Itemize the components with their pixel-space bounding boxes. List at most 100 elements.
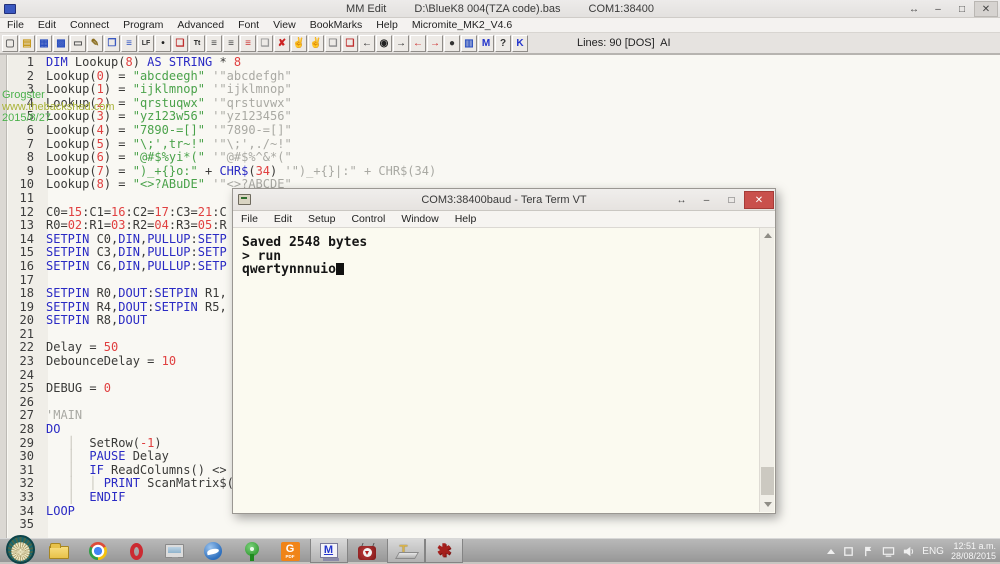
tt-menu-window[interactable]: Window [393,213,446,225]
resize-icon[interactable]: ↔ [902,1,926,17]
paste-icon-glyph: ❏ [176,38,185,49]
mmedit-logo-icon[interactable]: M [478,35,494,52]
menu-edit[interactable]: Edit [31,19,63,31]
code-text: Lookup(6) = "@#$%yi*(" '"@#$%^&*(" [40,150,292,164]
taskbar-image-viewer-icon[interactable] [156,539,194,563]
taskbar-opera-icon[interactable] [117,539,155,563]
volume-icon[interactable] [902,545,915,558]
edit-pen-icon[interactable]: ✎ [87,35,103,52]
tt-menu-help[interactable]: Help [447,213,485,225]
help-icon[interactable]: ? [495,35,511,52]
terminal-screen[interactable]: Saved 2548 bytes> runqwertynnnuio [234,228,759,512]
menu-micromite-mk2-v4-6[interactable]: Micromite_MK2_V4.6 [405,19,519,31]
align-right-icon[interactable]: ≡ [223,35,239,52]
scroll-down-icon[interactable] [760,497,775,512]
language-indicator[interactable]: ENG [922,546,944,557]
record-icon[interactable]: • [155,35,171,52]
copy-icon[interactable]: ❐ [104,35,120,52]
network-icon[interactable] [882,545,895,558]
prev-error-icon[interactable]: ← [410,35,426,52]
code-text [40,368,46,382]
line-number: 23 [0,355,40,369]
line-number: 19 [0,301,40,315]
tt-menu-control[interactable]: Control [343,213,393,225]
forward-arrow-icon-glyph: → [396,38,406,49]
list-icon[interactable]: ≡ [121,35,137,52]
paste-icon[interactable]: ❏ [172,35,188,52]
code-text: Lookup(7) = ")_+{}o:" + CHR$(34) '")_+{}… [40,164,436,178]
compare-hands-icon[interactable]: ✌ [291,35,307,52]
menu-file[interactable]: File [0,19,31,31]
run-icon[interactable]: K [512,35,528,52]
taskbar-file-explorer-icon[interactable] [40,539,78,563]
taskbar-green-utility-icon[interactable] [233,539,271,563]
tt-menu-file[interactable]: File [233,213,266,225]
menu-font[interactable]: Font [231,19,266,31]
line-number: 33 [0,491,40,505]
print-icon[interactable]: ▭ [70,35,86,52]
line-number: 9 [0,165,40,179]
line-number: 24 [0,369,40,383]
line-number: 32 [0,477,40,491]
indent-icon[interactable]: ≡ [240,35,256,52]
menu-connect[interactable]: Connect [63,19,116,31]
menu-advanced[interactable]: Advanced [170,19,231,31]
mmedit-com-port: COM1:38400 [589,3,654,15]
target-icon-glyph: ◉ [380,38,389,49]
teraterm-window: COM3:38400baud - Tera Term VT ↔ – □ ✕ Fi… [232,188,776,514]
minimize-icon[interactable]: – [694,191,719,209]
menu-help[interactable]: Help [369,19,405,31]
scroll-up-icon[interactable] [760,228,775,243]
line-ending-icon[interactable]: LF [138,35,154,52]
delete-icon[interactable]: ✘ [274,35,290,52]
taskbar-teraterm-app-icon[interactable]: T [387,539,425,563]
tt-menu-edit[interactable]: Edit [266,213,300,225]
minimize-icon[interactable]: – [926,1,950,17]
columns-icon[interactable]: ▥ [461,35,477,52]
menu-view[interactable]: View [266,19,303,31]
back-arrow-icon[interactable]: ← [359,35,375,52]
code-line-9: 9Lookup(7) = ")_+{}o:" + CHR$(34) '")_+{… [0,165,1000,179]
align-left-icon[interactable]: ≡ [206,35,222,52]
tray-app-icon[interactable] [842,545,855,558]
bubble-red-icon[interactable]: ❑ [342,35,358,52]
clock[interactable]: 12:51 a.m. 28/08/2015 [951,541,996,561]
forward-arrow-icon[interactable]: → [393,35,409,52]
close-icon[interactable]: ✕ [744,191,774,209]
resize-icon[interactable]: ↔ [669,191,694,209]
menu-bookmarks[interactable]: BookMarks [303,19,370,31]
new-file-icon[interactable]: ▢ [2,35,18,52]
hand-icon[interactable]: ✌ [308,35,324,52]
taskbar: GM T✱ ENG 12:51 a.m. 28/08/2015 [0,538,1000,562]
terminal-scrollbar[interactable] [759,228,774,512]
font-icon[interactable]: Tt [189,35,205,52]
line-number: 14 [0,233,40,247]
toolbar-buttons: ▢▤▦▩▭✎❐≡LF•❏Tt≡≡≡❑✘✌✌❑❑←◉→←→●▥M?K [2,35,529,52]
open-file-icon[interactable]: ▤ [19,35,35,52]
taskbar-thunderbird-icon[interactable] [194,539,232,563]
action-center-flag-icon[interactable] [862,545,875,558]
line-number: 30 [0,450,40,464]
save-as-icon[interactable]: ▩ [53,35,69,52]
start-button[interactable] [6,535,35,564]
scrollbar-thumb[interactable] [761,467,774,495]
taskbar-chrome-icon[interactable] [79,539,117,563]
code-text: Lookup(0) = "abcdeegh" '"abcdefgh" [40,69,292,83]
maximize-icon[interactable]: □ [950,1,974,17]
next-error-icon[interactable]: → [427,35,443,52]
comment-bubble-icon[interactable]: ❑ [257,35,273,52]
close-icon[interactable]: ✕ [974,1,998,17]
taskbar-mmedit-app-icon[interactable]: M [310,539,348,563]
maximize-icon[interactable]: □ [719,191,744,209]
target-icon[interactable]: ◉ [376,35,392,52]
show-hidden-icons-icon[interactable] [827,549,835,554]
taskbar-video-downloader-icon[interactable] [348,539,386,563]
menu-program[interactable]: Program [116,19,170,31]
tt-menu-setup[interactable]: Setup [300,213,343,225]
bubble-icon[interactable]: ❑ [325,35,341,52]
save-icon[interactable]: ▦ [36,35,52,52]
taskbar-pdf-app-icon[interactable]: G [271,539,309,563]
teraterm-titlebar[interactable]: COM3:38400baud - Tera Term VT ↔ – □ ✕ [233,189,775,211]
globe-icon[interactable]: ● [444,35,460,52]
taskbar-paint-splat-app-icon[interactable]: ✱ [425,539,463,563]
